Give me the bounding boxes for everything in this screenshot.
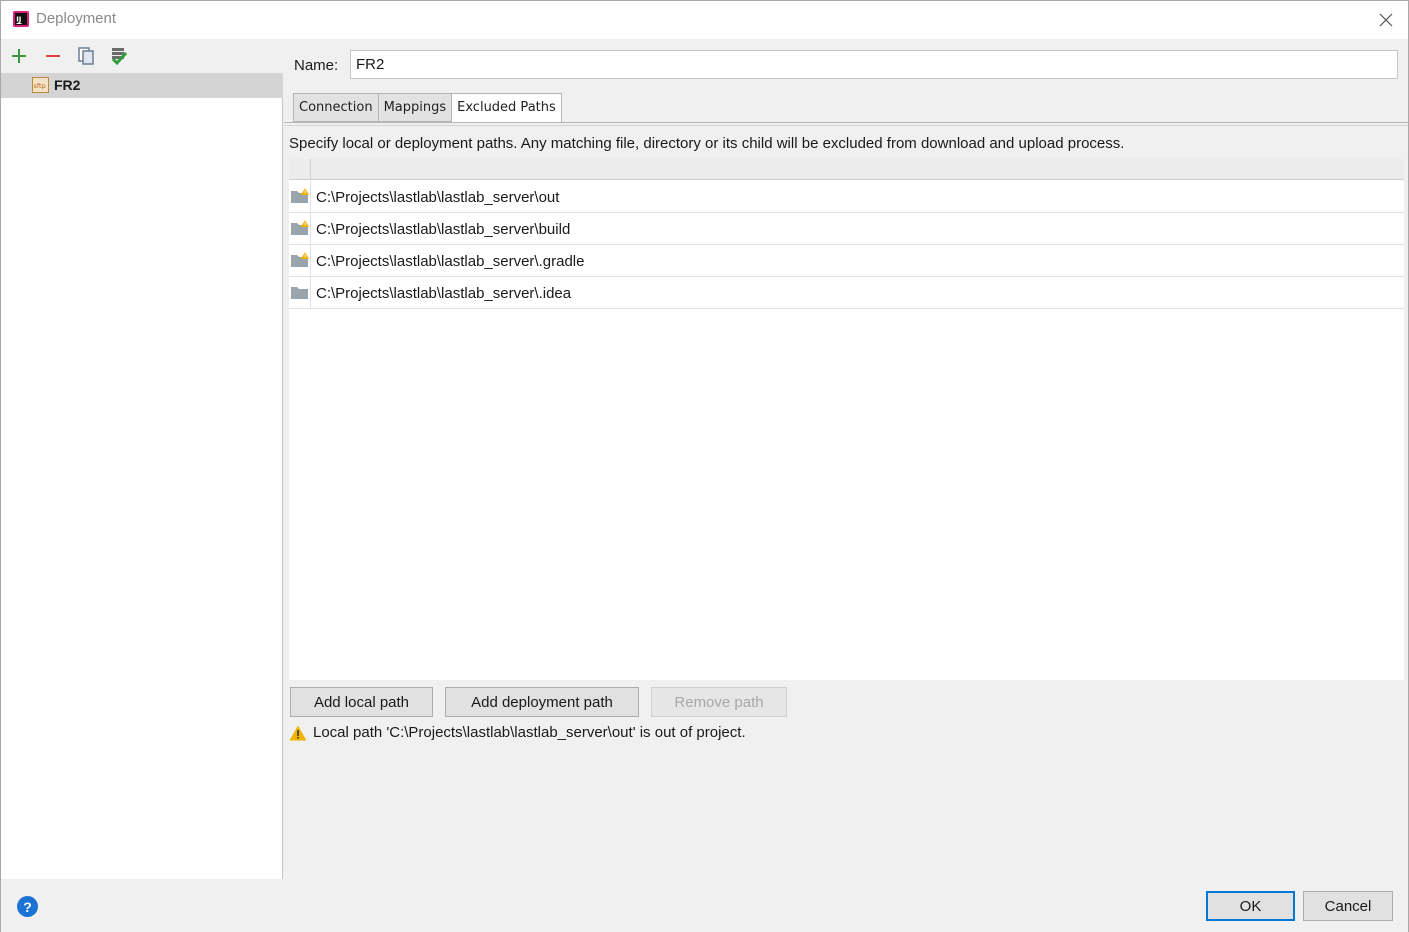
name-field[interactable]	[350, 50, 1398, 79]
use-as-default-button[interactable]	[108, 45, 130, 67]
folder-icon	[291, 287, 308, 299]
server-list-panel: sftp FR2	[1, 39, 283, 879]
title-bar: IJ Deployment	[1, 1, 1408, 39]
tab-divider	[284, 122, 1408, 123]
add-server-button[interactable]	[8, 45, 30, 67]
folder-warning-icon	[291, 188, 309, 203]
excluded-paths-pane: Specify local or deployment paths. Any m…	[284, 125, 1408, 879]
excluded-paths-table[interactable]: C:\Projects\lastlab\lastlab_server\out C…	[289, 159, 1404, 680]
deployment-dialog: IJ Deployment sftp FR2 Name: FR2 Connect…	[0, 0, 1409, 932]
tab-mappings[interactable]: Mappings	[377, 93, 452, 122]
row-icon-cell	[289, 245, 311, 276]
excluded-description: Specify local or deployment paths. Any m…	[289, 135, 1125, 152]
folder-warning-icon	[291, 220, 309, 235]
folder-warning-icon	[291, 252, 309, 267]
column-divider	[310, 159, 311, 180]
row-icon-cell	[289, 277, 311, 308]
copy-icon	[78, 47, 94, 65]
server-toolbar	[1, 39, 283, 73]
svg-text:sftp: sftp	[34, 82, 46, 90]
table-header	[289, 159, 1404, 180]
close-icon[interactable]	[1374, 8, 1398, 32]
table-row[interactable]: C:\Projects\lastlab\lastlab_server\build	[289, 213, 1404, 245]
excluded-path: C:\Projects\lastlab\lastlab_server\.grad…	[316, 253, 585, 270]
remove-server-button[interactable]	[42, 45, 64, 67]
tab-excluded-paths[interactable]: Excluded Paths	[451, 93, 562, 123]
tab-connection[interactable]: Connection	[293, 93, 378, 122]
remove-path-button[interactable]: Remove path	[651, 687, 787, 717]
copy-server-button[interactable]	[75, 45, 97, 67]
warning-message: Local path 'C:\Projects\lastlab\lastlab_…	[289, 724, 746, 741]
server-item-label: FR2	[54, 77, 81, 93]
row-icon-cell	[289, 181, 311, 212]
row-icon-cell	[289, 213, 311, 244]
name-label: Name:	[294, 57, 339, 74]
server-settings-panel: Name: Connection Mappings Excluded Paths…	[284, 39, 1408, 879]
table-row[interactable]: C:\Projects\lastlab\lastlab_server\out	[289, 181, 1404, 213]
add-local-path-button[interactable]: Add local path	[290, 687, 433, 717]
check-server-icon	[111, 48, 128, 66]
warning-icon	[289, 725, 307, 740]
add-deployment-path-button[interactable]: Add deployment path	[445, 687, 639, 717]
table-row[interactable]: C:\Projects\lastlab\lastlab_server\.grad…	[289, 245, 1404, 277]
excluded-path: C:\Projects\lastlab\lastlab_server\out	[316, 189, 560, 206]
server-item-fr2[interactable]: sftp FR2	[1, 73, 283, 98]
settings-tabs: Connection Mappings Excluded Paths	[293, 93, 562, 123]
ok-button[interactable]: OK	[1206, 891, 1295, 921]
sftp-icon: sftp	[32, 77, 49, 93]
plus-icon	[12, 49, 26, 63]
excluded-path: C:\Projects\lastlab\lastlab_server\.idea	[316, 285, 572, 302]
warning-text: Local path 'C:\Projects\lastlab\lastlab_…	[313, 724, 746, 741]
minus-icon	[46, 55, 60, 57]
intellij-app-icon: IJ	[13, 11, 29, 27]
excluded-path: C:\Projects\lastlab\lastlab_server\build	[316, 221, 571, 238]
help-button[interactable]: ?	[17, 896, 38, 917]
svg-text:IJ: IJ	[16, 16, 21, 24]
dialog-button-bar: ? OK Cancel	[1, 879, 1408, 932]
cancel-button[interactable]: Cancel	[1303, 891, 1393, 921]
table-row[interactable]: C:\Projects\lastlab\lastlab_server\.idea	[289, 277, 1404, 309]
window-title: Deployment	[36, 10, 117, 27]
